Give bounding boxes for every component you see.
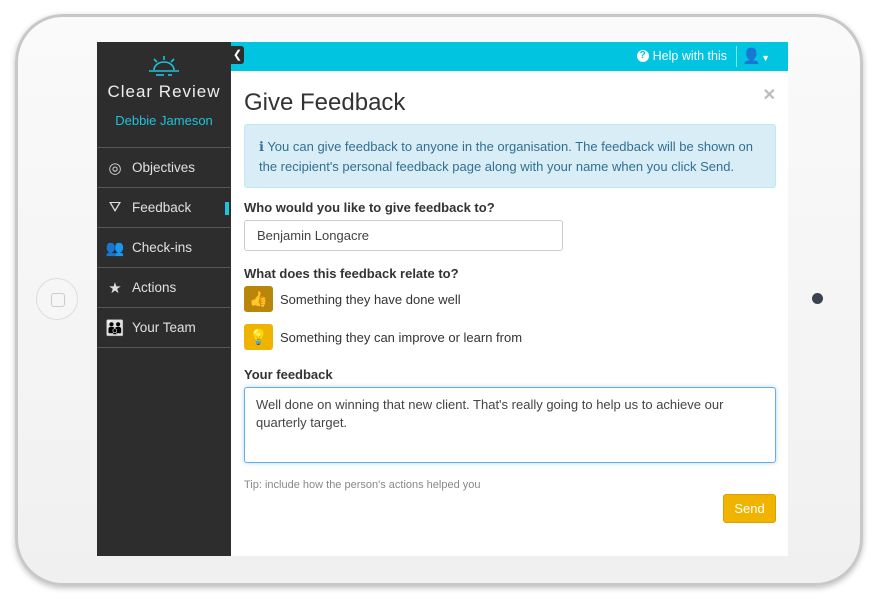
thumbs-up-icon: 👍 <box>244 286 273 312</box>
sidebar-item-actions[interactable]: ★ Actions <box>97 268 231 308</box>
app-screen: Clear Review Debbie Jameson ◎ Objectives … <box>97 42 788 556</box>
send-button[interactable]: Send <box>723 494 776 523</box>
top-bar: ? Help with this 👤▼ <box>231 42 788 71</box>
info-text: You can give feedback to anyone in the o… <box>259 139 753 174</box>
caret-down-icon: ▼ <box>761 53 770 63</box>
sidebar-item-feedback[interactable]: ⛛ Feedback <box>97 188 231 228</box>
collapse-sidebar-button[interactable]: ❮ <box>231 46 244 64</box>
sidebar-item-label: Check-ins <box>132 240 193 255</box>
sunrise-logo-icon <box>97 56 231 83</box>
star-comment-icon: ★ <box>108 279 122 297</box>
recipient-label: Who would you like to give feedback to? <box>244 200 495 215</box>
relate-label: What does this feedback relate to? <box>244 266 459 281</box>
sidebar-item-label: Your Team <box>132 320 196 335</box>
team-icon: 👪 <box>105 319 125 337</box>
home-button <box>36 278 78 320</box>
option-label: Something they can improve or learn from <box>280 329 523 345</box>
recipient-input[interactable] <box>244 220 563 251</box>
sidebar-item-label: Objectives <box>132 160 196 175</box>
option-label: Something they have done well <box>280 291 461 307</box>
sidebar-item-label: Actions <box>132 280 177 295</box>
lightbulb-icon: 💡 <box>244 324 273 350</box>
question-icon: ? <box>636 50 649 62</box>
help-link[interactable]: ? Help with this <box>636 49 727 63</box>
sidebar-item-your-team[interactable]: 👪 Your Team <box>97 308 231 348</box>
tip-text: Tip: include how the person's actions he… <box>244 479 481 491</box>
help-label: Help with this <box>652 49 727 63</box>
people-icon: 👥 <box>105 239 125 257</box>
user-menu-button[interactable]: 👤▼ <box>742 47 770 65</box>
brand-name: Clear Review <box>107 82 221 101</box>
sidebar-item-check-ins[interactable]: 👥 Check-ins <box>97 228 231 268</box>
option-done-well[interactable]: 👍 Something they have done well <box>244 286 461 312</box>
divider <box>736 46 737 67</box>
option-improve[interactable]: 💡 Something they can improve or learn fro… <box>244 324 522 350</box>
target-icon: ◎ <box>108 159 122 177</box>
sidebar-nav: ◎ Objectives ⛛ Feedback 👥 Check-ins ★ Action… <box>97 147 231 348</box>
feedback-icon: ⛛ <box>108 199 122 216</box>
sidebar-item-label: Feedback <box>132 200 192 215</box>
close-icon[interactable]: ✕ <box>763 85 776 105</box>
feedback-textarea[interactable]: Well done on winning that new client. Th… <box>244 387 776 463</box>
info-alert: ℹ You can give feedback to anyone in the… <box>244 124 776 188</box>
sidebar: Clear Review Debbie Jameson ◎ Objectives … <box>97 42 231 556</box>
feedback-label: Your feedback <box>244 367 333 382</box>
user-icon: 👤 <box>742 48 762 65</box>
camera <box>812 293 823 304</box>
chevron-left-icon: ❮ <box>232 49 243 61</box>
active-indicator <box>225 202 229 215</box>
sidebar-item-objectives[interactable]: ◎ Objectives <box>97 148 231 188</box>
user-name-link[interactable]: Debbie Jameson <box>97 113 231 128</box>
page-title: Give Feedback <box>244 89 406 116</box>
